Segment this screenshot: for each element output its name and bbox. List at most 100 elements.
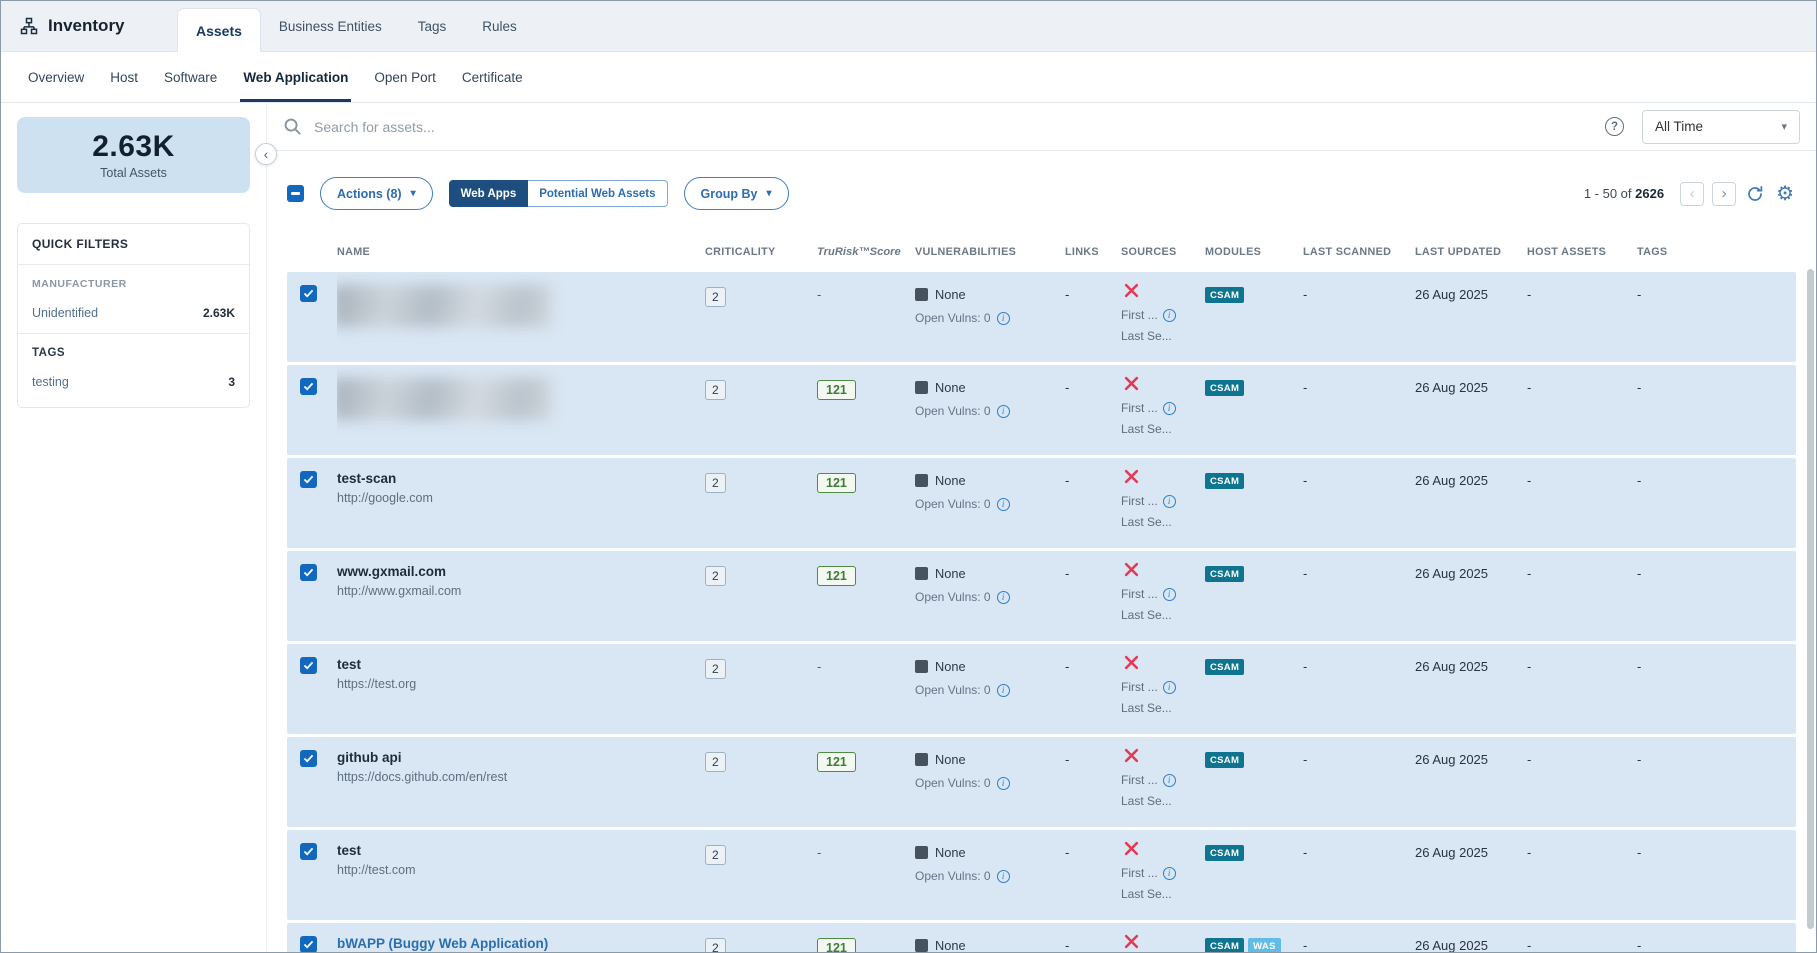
- column-header-vulnerabilities[interactable]: VULNERABILITIES: [915, 246, 1065, 258]
- row-checkbox[interactable]: [300, 285, 317, 302]
- subtab-overview[interactable]: Overview: [15, 52, 97, 102]
- column-header-sources[interactable]: SOURCES: [1121, 246, 1205, 258]
- column-header-host-assets[interactable]: HOST ASSETS: [1527, 246, 1637, 258]
- module-badge-csam: CSAM: [1205, 845, 1244, 861]
- row-checkbox[interactable]: [300, 471, 317, 488]
- sources-cell: First ... i Last Se...: [1121, 737, 1205, 827]
- column-header-modules[interactable]: MODULES: [1205, 246, 1303, 258]
- info-icon[interactable]: i: [1163, 867, 1176, 880]
- info-icon[interactable]: i: [1163, 774, 1176, 787]
- tab-tags[interactable]: Tags: [400, 1, 465, 51]
- info-icon[interactable]: i: [997, 312, 1010, 325]
- info-icon[interactable]: i: [1163, 588, 1176, 601]
- info-icon[interactable]: i: [997, 777, 1010, 790]
- prev-page-button[interactable]: ‹: [1680, 182, 1704, 206]
- asset-name-link[interactable]: github api: [337, 750, 695, 765]
- row-checkbox[interactable]: [300, 657, 317, 674]
- table-row[interactable]: test http://test.com 2 - None Open Vulns…: [287, 830, 1796, 920]
- info-icon[interactable]: i: [997, 498, 1010, 511]
- table-row[interactable]: bWAPP (Buggy Web Application) http://www…: [287, 923, 1796, 953]
- tab-assets[interactable]: Assets: [177, 8, 261, 52]
- host-assets-cell: -: [1527, 365, 1637, 455]
- potential-web-assets-toggle[interactable]: Potential Web Assets: [528, 180, 667, 207]
- help-icon[interactable]: ?: [1605, 117, 1624, 136]
- info-icon[interactable]: i: [997, 405, 1010, 418]
- table-row[interactable]: test https://test.org 2 - None Open Vuln…: [287, 644, 1796, 734]
- criticality-badge: 2: [705, 566, 726, 586]
- column-header-name[interactable]: NAME: [337, 246, 705, 258]
- table-row[interactable]: www.gxmail.com http://www.gxmail.com 2 1…: [287, 551, 1796, 641]
- search-input[interactable]: [314, 119, 1595, 135]
- web-apps-toggle[interactable]: Web Apps: [449, 180, 529, 207]
- trurisk-cell: -: [817, 830, 915, 920]
- column-header-tags[interactable]: TAGS: [1637, 246, 1796, 258]
- table-row[interactable]: github api https://docs.github.com/en/re…: [287, 737, 1796, 827]
- module-badge-csam: CSAM: [1205, 752, 1244, 768]
- trurisk-score: -: [817, 287, 821, 302]
- group-by-label: Group By: [701, 187, 758, 201]
- group-by-button[interactable]: Group By ▾: [684, 177, 789, 210]
- time-range-select[interactable]: All Time ▾: [1642, 110, 1800, 144]
- criticality-cell: 2: [705, 272, 817, 362]
- asset-name-link[interactable]: bWAPP (Buggy Web Application): [337, 936, 695, 951]
- host-assets-cell: -: [1527, 458, 1637, 548]
- modules-cell: CSAM: [1205, 458, 1303, 548]
- actions-button[interactable]: Actions (8) ▾: [320, 177, 433, 210]
- column-header-criticality[interactable]: CRITICALITY: [705, 246, 817, 258]
- table-row[interactable]: 2 121 None Open Vulns: 0 i - First ... i: [287, 365, 1796, 455]
- asset-name-link[interactable]: test: [337, 843, 695, 858]
- asset-name-link[interactable]: test: [337, 657, 695, 672]
- row-checkbox[interactable]: [300, 564, 317, 581]
- info-icon[interactable]: i: [1163, 495, 1176, 508]
- name-cell: [337, 365, 705, 455]
- info-icon[interactable]: i: [1163, 681, 1176, 694]
- subtab-software[interactable]: Software: [151, 52, 230, 102]
- first-seen-text: First ...: [1121, 866, 1158, 880]
- info-icon[interactable]: i: [1163, 402, 1176, 415]
- row-checkbox[interactable]: [300, 936, 317, 953]
- next-page-button[interactable]: ›: [1712, 182, 1736, 206]
- select-all-checkbox[interactable]: [287, 185, 304, 202]
- sidebar-collapse-button[interactable]: ‹: [255, 143, 277, 165]
- asset-name-link[interactable]: test-scan: [337, 471, 695, 486]
- table-row[interactable]: test-scan http://google.com 2 121 None O…: [287, 458, 1796, 548]
- refresh-icon[interactable]: [1744, 183, 1766, 205]
- tab-business-entities[interactable]: Business Entities: [261, 1, 400, 51]
- modules-cell: CSAM: [1205, 830, 1303, 920]
- row-checkbox[interactable]: [300, 843, 317, 860]
- info-icon[interactable]: i: [1163, 309, 1176, 322]
- filter-item-testing[interactable]: testing 3: [32, 375, 235, 389]
- first-seen-text: First ...: [1121, 773, 1158, 787]
- criticality-cell: 2: [705, 830, 817, 920]
- column-header-last-updated[interactable]: LAST UPDATED: [1415, 246, 1527, 258]
- settings-gear-icon[interactable]: ⚙: [1774, 182, 1796, 206]
- vulnerability-level: None: [935, 566, 966, 581]
- column-header-last-scanned[interactable]: LAST SCANNED: [1303, 246, 1415, 258]
- subtab-web-application[interactable]: Web Application: [230, 52, 361, 102]
- info-icon[interactable]: i: [997, 870, 1010, 883]
- row-checkbox[interactable]: [300, 750, 317, 767]
- column-header-links[interactable]: LINKS: [1065, 246, 1121, 258]
- subtab-open-port[interactable]: Open Port: [361, 52, 449, 102]
- filter-count: 3: [228, 375, 235, 389]
- scrollbar-thumb[interactable]: [1807, 269, 1814, 929]
- info-icon[interactable]: i: [997, 591, 1010, 604]
- criticality-cell: 2: [705, 923, 817, 953]
- tab-rules[interactable]: Rules: [464, 1, 535, 51]
- severity-square-icon: [915, 939, 928, 952]
- table-row[interactable]: 2 - None Open Vulns: 0 i - First ... i L: [287, 272, 1796, 362]
- column-header-trurisk-score[interactable]: TruRisk™Score: [817, 246, 915, 258]
- subtab-certificate[interactable]: Certificate: [449, 52, 536, 102]
- vulnerability-level: None: [935, 287, 966, 302]
- row-checkbox[interactable]: [300, 378, 317, 395]
- criticality-badge: 2: [705, 938, 726, 953]
- trurisk-cell: 121: [817, 923, 915, 953]
- subtab-host[interactable]: Host: [97, 52, 151, 102]
- filter-item-unidentified[interactable]: Unidentified 2.63K: [32, 306, 235, 320]
- asset-name-link[interactable]: www.gxmail.com: [337, 564, 695, 579]
- info-icon[interactable]: i: [997, 684, 1010, 697]
- total-assets-card[interactable]: 2.63K Total Assets: [17, 117, 250, 193]
- open-vulns-text: Open Vulns: 0: [915, 311, 991, 325]
- host-assets-cell: -: [1527, 551, 1637, 641]
- main-panel: ? All Time ▾ Actions (8) ▾ Web Apps Pote…: [267, 103, 1816, 953]
